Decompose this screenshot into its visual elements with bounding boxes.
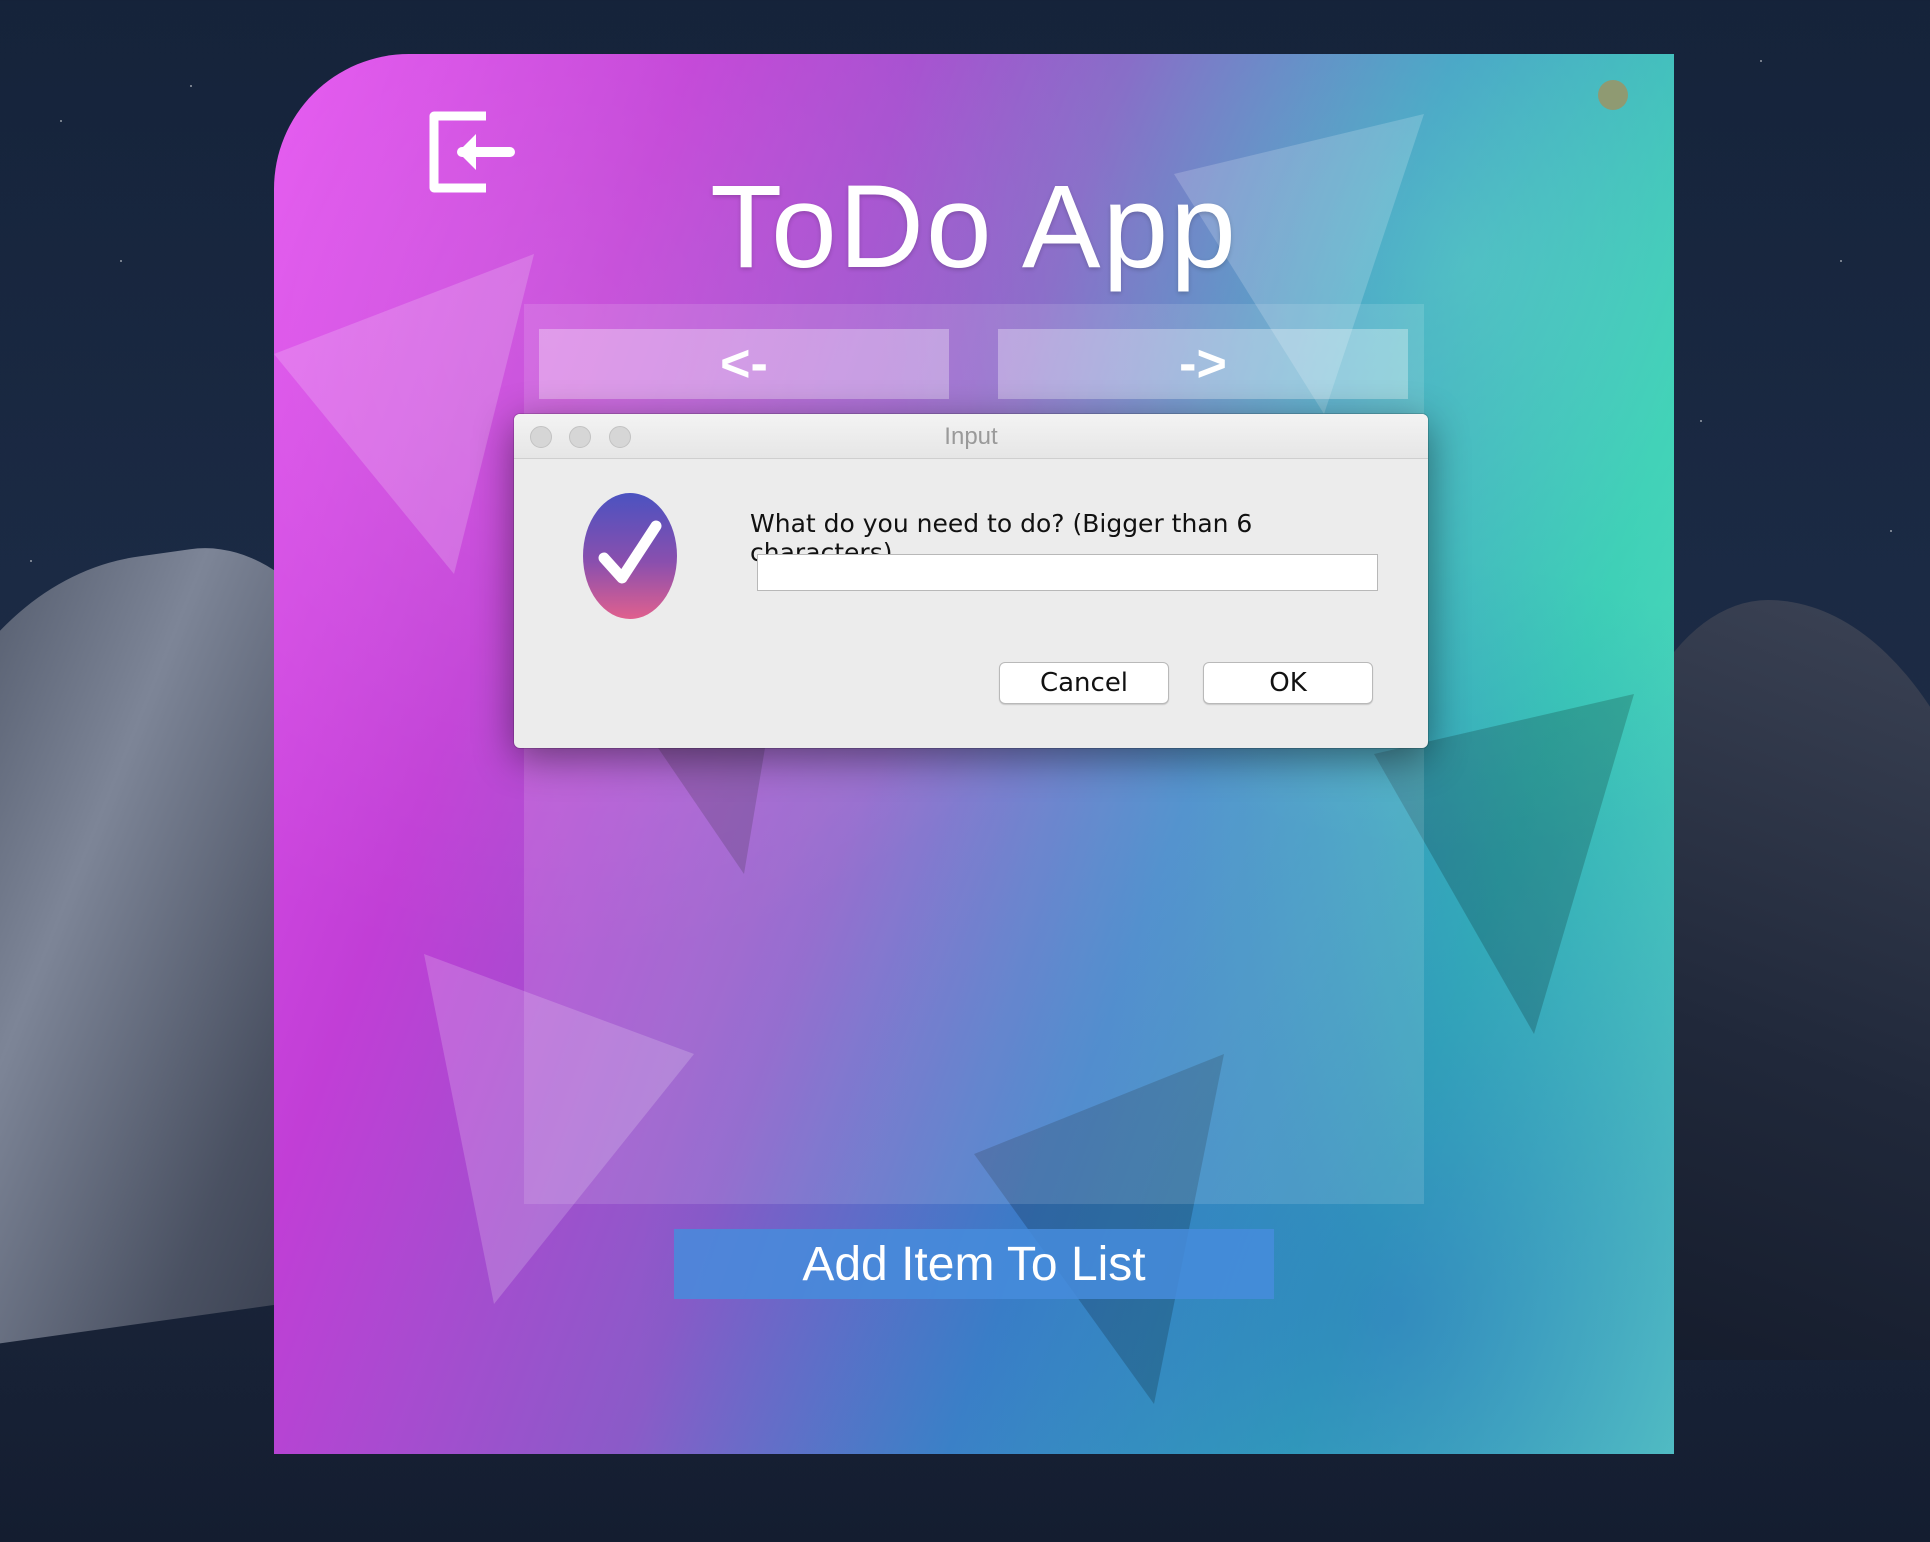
star <box>1700 420 1702 422</box>
star <box>60 120 62 122</box>
add-item-button[interactable]: Add Item To List <box>674 1229 1274 1299</box>
exit-icon[interactable] <box>424 106 516 198</box>
star <box>30 560 32 562</box>
previous-page-button[interactable]: <- <box>539 329 949 399</box>
star <box>1840 260 1842 262</box>
dialog-titlebar[interactable]: Input <box>514 414 1428 459</box>
star <box>1890 530 1892 532</box>
star <box>120 260 122 262</box>
task-text-input[interactable] <box>757 554 1378 591</box>
ok-button[interactable]: OK <box>1203 662 1373 704</box>
checkmark-badge-icon <box>583 493 677 619</box>
star <box>190 85 192 87</box>
input-dialog: Input What do you need to do? (Bigger th… <box>514 414 1428 748</box>
next-page-button[interactable]: -> <box>998 329 1408 399</box>
close-dot-icon[interactable] <box>1598 80 1628 110</box>
cancel-button[interactable]: Cancel <box>999 662 1169 704</box>
dialog-title: Input <box>944 423 998 450</box>
star <box>1760 60 1762 62</box>
todo-app-window: ToDo App <- -> Add Item To List <box>274 54 1674 1454</box>
app-title: ToDo App <box>710 161 1238 293</box>
